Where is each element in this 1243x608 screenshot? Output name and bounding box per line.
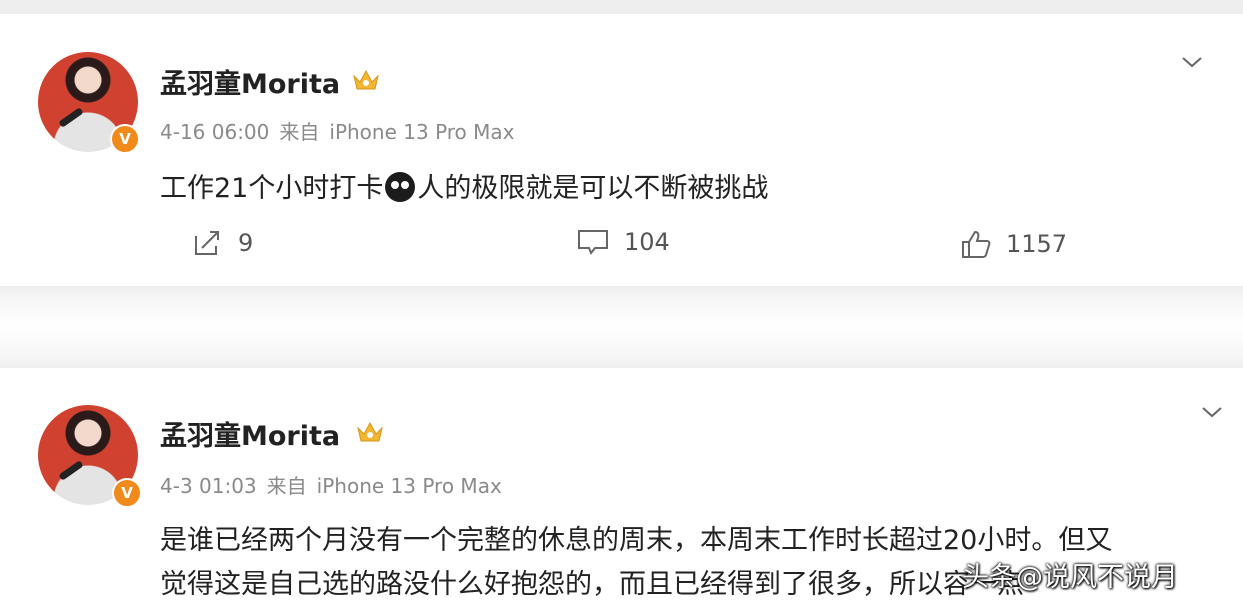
post-text-part1: 工作21个小时打卡 bbox=[160, 173, 384, 204]
source-prefix: 来自 bbox=[279, 120, 320, 144]
post-meta: 4-3 01:03 来自 iPhone 13 Pro Max bbox=[160, 470, 512, 499]
repost-icon bbox=[195, 231, 219, 255]
top-divider bbox=[0, 0, 1243, 14]
post-meta: 4-16 06:00 来自 iPhone 13 Pro Max bbox=[160, 116, 525, 145]
post-text-line-1: 是谁已经两个月没有一个完整的休息的周末，本周末工作时长超过20小时。但又 bbox=[160, 525, 1113, 556]
crown-icon bbox=[357, 421, 383, 442]
username[interactable]: 孟羽童Morita bbox=[160, 62, 340, 101]
crown-icon bbox=[353, 69, 379, 90]
repost-button[interactable]: 9 bbox=[192, 228, 253, 258]
watermark: 头条@说风不说月 bbox=[962, 562, 1178, 593]
post-date[interactable]: 4-16 06:00 bbox=[160, 120, 269, 144]
chevron-down-icon[interactable] bbox=[1180, 54, 1204, 70]
post-date[interactable]: 4-3 01:03 bbox=[160, 474, 257, 498]
thumbs-up-icon bbox=[962, 230, 991, 258]
like-count: 1157 bbox=[1006, 230, 1068, 258]
like-button[interactable]: 1157 bbox=[960, 228, 1067, 260]
username[interactable]: 孟羽童Morita bbox=[160, 414, 340, 453]
source-prefix: 来自 bbox=[266, 474, 307, 498]
v-badge-icon: V bbox=[112, 478, 142, 508]
post-text-line-2: 觉得这是自己选的路没什么好抱怨的，而且已经得到了很多，所以容一点 bbox=[160, 569, 1024, 600]
repost-count: 9 bbox=[238, 229, 254, 257]
post-text: 工作21个小时打卡 人的极限就是可以不断被挑战 bbox=[160, 166, 768, 205]
source-device: iPhone 13 Pro Max bbox=[329, 120, 515, 144]
source-device: iPhone 13 Pro Max bbox=[316, 474, 502, 498]
comment-count: 104 bbox=[624, 228, 670, 256]
chevron-down-icon[interactable] bbox=[1200, 404, 1224, 420]
comment-icon bbox=[578, 230, 608, 255]
post-separator bbox=[0, 286, 1243, 368]
emoji-face-icon bbox=[385, 172, 416, 202]
post-text-part2: 人的极限就是可以不断被挑战 bbox=[417, 173, 769, 204]
comment-button[interactable]: 104 bbox=[576, 228, 670, 256]
microphone-graphic bbox=[58, 460, 84, 481]
microphone-graphic bbox=[58, 107, 84, 128]
v-badge-icon: V bbox=[110, 124, 140, 154]
